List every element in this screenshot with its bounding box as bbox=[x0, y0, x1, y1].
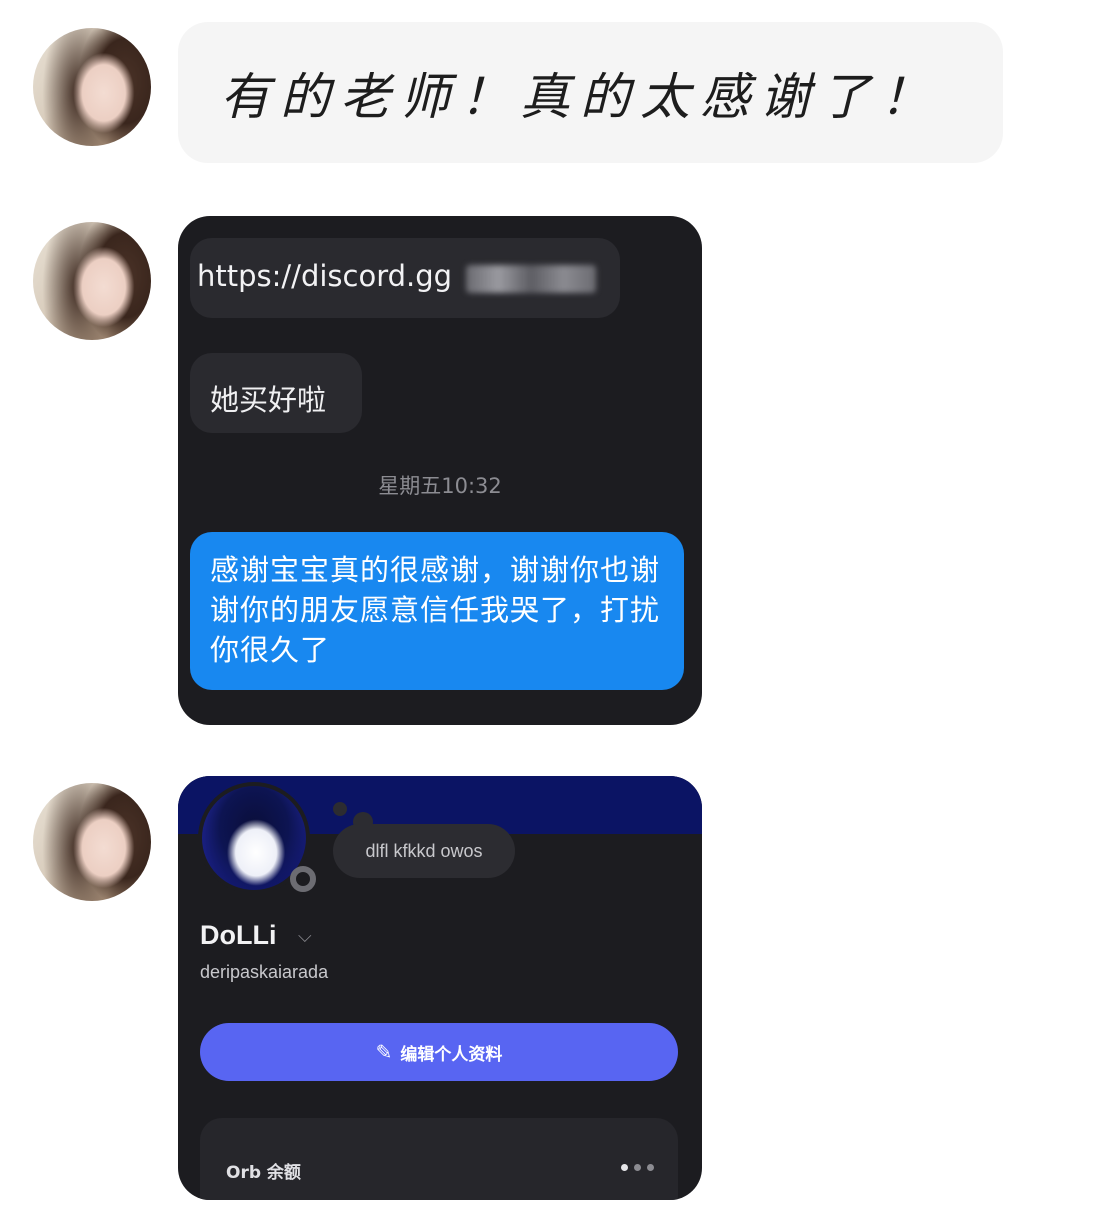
chevron-down-icon: ⌵ bbox=[298, 926, 312, 947]
display-name: DoLLi bbox=[200, 920, 277, 950]
message-timestamp: 星期五10:32 bbox=[378, 474, 502, 498]
invite-link-text: https://discord.gg bbox=[197, 259, 453, 293]
handwritten-message-text: 有的老师！真的太感谢了！ bbox=[220, 67, 940, 126]
sent-message-bubble: 感谢宝宝真的很感谢，谢谢你也谢谢你的朋友愿意信任我哭了，打扰你很久了 bbox=[190, 532, 684, 690]
more-dots-icon bbox=[621, 1164, 654, 1171]
pencil-icon: ✎ bbox=[375, 1040, 393, 1064]
sender-avatar[interactable] bbox=[33, 28, 151, 146]
username: deripaskaiarada bbox=[200, 962, 329, 982]
message-bubble-handwritten[interactable]: 有的老师！真的太感谢了！ bbox=[178, 22, 1003, 163]
status-indicator-icon bbox=[290, 866, 316, 892]
profile-note-bubble: dlfl kfkkd owos bbox=[333, 824, 515, 878]
received-message-text: 她买好啦 bbox=[210, 383, 327, 417]
sender-avatar[interactable] bbox=[33, 222, 151, 340]
chat-screenshot-image[interactable]: https://discord.gg 她买好啦 星期五10:32 感谢宝宝真的很… bbox=[178, 216, 702, 725]
profile-screenshot-image[interactable]: dlfl kfkkd owos DoLLi ⌵ deripaskaiarada … bbox=[178, 776, 702, 1200]
sender-avatar[interactable] bbox=[33, 783, 151, 901]
edit-profile-button: ✎ 编辑个人资料 bbox=[200, 1023, 678, 1081]
thought-dot-small bbox=[333, 802, 347, 816]
edit-profile-label: 编辑个人资料 bbox=[400, 1044, 503, 1065]
orb-balance-card: Orb 余额 bbox=[200, 1118, 678, 1200]
redacted-blur bbox=[466, 265, 596, 293]
orb-balance-label: Orb 余额 bbox=[226, 1163, 301, 1183]
